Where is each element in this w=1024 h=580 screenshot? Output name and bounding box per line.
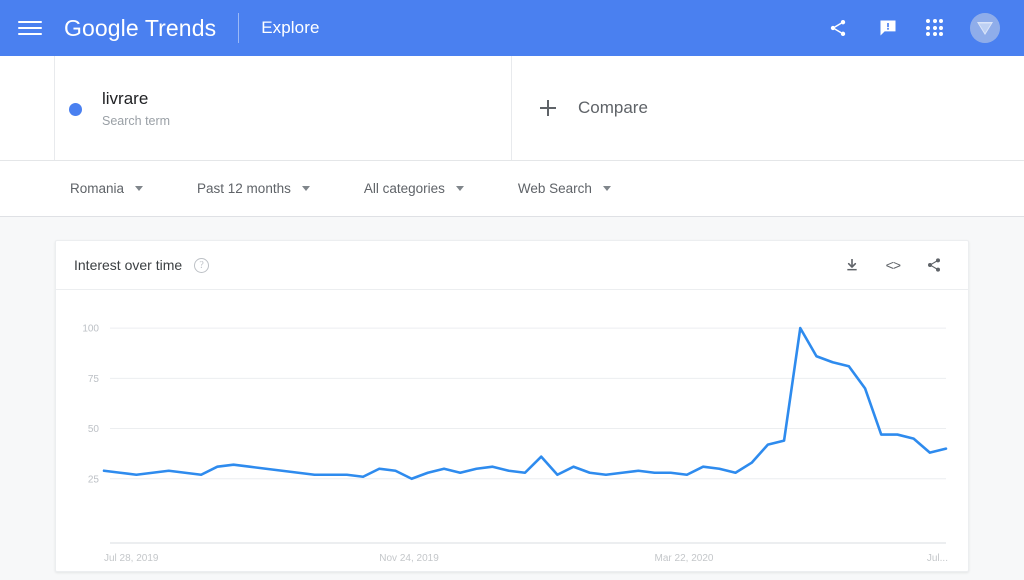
y-axis-tick-label: 100 bbox=[82, 324, 99, 335]
grid-dot bbox=[926, 19, 930, 23]
chevron-down-icon bbox=[602, 186, 611, 191]
x-axis-tick-label: Jul... bbox=[927, 553, 948, 564]
grid-dot bbox=[932, 25, 937, 30]
card-title: Interest over time bbox=[74, 257, 183, 273]
explore-nav-link[interactable]: Explore bbox=[261, 18, 319, 38]
interest-over-time-card: Interest over time ? <> 25 50 75 100 Jul… bbox=[55, 240, 969, 572]
share-icon[interactable] bbox=[922, 253, 946, 277]
card-actions: <> bbox=[840, 253, 946, 277]
add-comparison-button[interactable]: Compare bbox=[512, 56, 1024, 160]
help-circle-icon[interactable]: ? bbox=[194, 257, 210, 273]
y-axis-tick-label: 25 bbox=[88, 474, 100, 485]
share-icon[interactable] bbox=[826, 16, 850, 40]
grid-dot bbox=[939, 32, 944, 37]
grid-dot bbox=[926, 25, 930, 30]
grid-dot bbox=[932, 32, 937, 37]
hamburger-bar bbox=[18, 21, 42, 23]
chevron-down-icon bbox=[455, 186, 464, 191]
feedback-icon[interactable] bbox=[876, 16, 900, 40]
header-actions bbox=[826, 13, 1008, 43]
search-term-card[interactable]: livrare Search term bbox=[55, 56, 512, 160]
filter-category[interactable]: All categories bbox=[364, 181, 464, 196]
filter-location-label: Romania bbox=[70, 181, 125, 196]
y-axis-tick-label: 75 bbox=[88, 374, 100, 385]
page-content: Interest over time ? <> 25 50 75 100 Jul… bbox=[0, 217, 1024, 580]
hamburger-bar bbox=[18, 27, 42, 29]
y-axis-tick-label: 50 bbox=[88, 424, 100, 435]
chart-x-axis-labels: Jul 28, 2019 Nov 24, 2019 Mar 22, 2020 Jul.… bbox=[104, 553, 948, 564]
left-gutter bbox=[0, 56, 55, 160]
app-header: Google Trends Explore bbox=[0, 0, 1024, 56]
filter-bar: Romania Past 12 months All categories We… bbox=[0, 161, 1024, 217]
x-axis-tick-label: Mar 22, 2020 bbox=[655, 553, 714, 564]
apps-grid-icon[interactable] bbox=[926, 19, 944, 37]
filter-search-type-label: Web Search bbox=[517, 181, 592, 196]
chevron-down-icon bbox=[301, 186, 310, 191]
x-axis-tick-label: Nov 24, 2019 bbox=[379, 553, 439, 564]
series-color-dot bbox=[69, 102, 82, 116]
chart-gridlines bbox=[110, 327, 946, 480]
google-trends-logo[interactable]: Google Trends bbox=[64, 15, 216, 42]
search-term-name: livrare bbox=[102, 88, 149, 108]
x-axis-tick-label: Jul 28, 2019 bbox=[104, 553, 159, 564]
card-header: Interest over time ? <> bbox=[56, 241, 968, 290]
compare-label: Compare bbox=[578, 98, 648, 117]
user-avatar[interactable] bbox=[970, 13, 1000, 43]
grid-dot bbox=[939, 19, 944, 23]
brand-google: Google bbox=[64, 14, 139, 41]
interest-over-time-chart[interactable]: 25 50 75 100 Jul 28, 2019 Nov 24, 2019 Mar 22… bbox=[56, 290, 968, 571]
download-icon[interactable] bbox=[840, 253, 864, 277]
hamburger-bar bbox=[18, 33, 42, 35]
grid-dot bbox=[926, 32, 930, 37]
filter-time-range-label: Past 12 months bbox=[197, 181, 291, 196]
chart-y-axis-labels: 25 50 75 100 bbox=[82, 324, 99, 486]
embed-code-icon[interactable]: <> bbox=[886, 257, 901, 273]
grid-dot bbox=[939, 25, 944, 30]
search-terms-row: livrare Search term Compare bbox=[0, 56, 1024, 161]
filter-category-label: All categories bbox=[363, 181, 445, 196]
filter-search-type[interactable]: Web Search bbox=[518, 181, 611, 196]
chart-svg: 25 50 75 100 Jul 28, 2019 Nov 24, 2019 Mar 22… bbox=[82, 324, 948, 564]
filter-time-range[interactable]: Past 12 months bbox=[197, 181, 310, 196]
search-term-text: livrare Search term bbox=[102, 88, 170, 129]
brand-trends: Trends bbox=[138, 14, 217, 41]
chevron-down-icon bbox=[135, 186, 144, 191]
hamburger-menu-icon[interactable] bbox=[18, 16, 42, 40]
grid-dot bbox=[932, 19, 937, 23]
chart-series-line-livrare bbox=[102, 326, 948, 481]
plus-icon bbox=[540, 100, 556, 116]
header-divider bbox=[238, 13, 240, 43]
filter-location[interactable]: Romania bbox=[70, 181, 144, 196]
search-term-type: Search term bbox=[102, 113, 171, 128]
